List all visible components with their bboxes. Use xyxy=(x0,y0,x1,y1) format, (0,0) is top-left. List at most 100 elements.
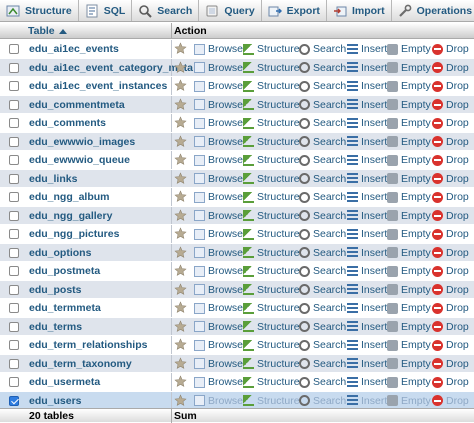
table-row[interactable]: edu_ai1ec_event_category_meta Browse Struc… xyxy=(0,58,474,77)
insert-button[interactable]: Insert xyxy=(347,284,387,296)
structure-button[interactable]: Structure xyxy=(243,136,300,148)
empty-button[interactable]: Empty xyxy=(387,339,431,351)
empty-button[interactable]: Empty xyxy=(387,62,431,74)
favorite-star-icon[interactable] xyxy=(174,338,187,351)
drop-button[interactable]: Drop xyxy=(432,339,469,351)
favorite-star-icon[interactable] xyxy=(174,79,187,92)
browse-button[interactable]: Browse xyxy=(194,358,243,370)
search-button[interactable]: Search xyxy=(299,339,346,351)
empty-button[interactable]: Empty xyxy=(387,228,431,240)
column-header-table[interactable]: Table xyxy=(28,25,67,37)
drop-button[interactable]: Drop xyxy=(432,154,469,166)
structure-button[interactable]: Structure xyxy=(243,247,300,259)
favorite-star-icon[interactable] xyxy=(174,393,187,407)
favorite-star-icon[interactable] xyxy=(174,245,187,259)
empty-button[interactable]: Empty xyxy=(387,321,431,333)
table-name-link[interactable]: edu_ewwwio_images xyxy=(29,136,135,148)
table-name-link[interactable]: edu_term_taxonomy xyxy=(29,358,132,370)
row-checkbox[interactable] xyxy=(9,210,19,221)
table-row[interactable]: edu_ewwwio_queue Browse Structure Search Ins… xyxy=(0,151,474,170)
insert-button[interactable]: Insert xyxy=(347,136,387,148)
empty-button[interactable]: Empty xyxy=(387,302,431,314)
insert-button[interactable]: Insert xyxy=(347,339,387,351)
browse-button[interactable]: Browse xyxy=(194,210,243,222)
search-button[interactable]: Search xyxy=(299,228,346,240)
table-row[interactable]: edu_ngg_album Browse Structure Search Insert… xyxy=(0,188,474,207)
favorite-star-icon[interactable] xyxy=(174,153,187,166)
drop-button[interactable]: Drop xyxy=(432,191,469,203)
empty-button[interactable]: Empty xyxy=(387,173,431,185)
search-button[interactable]: Search xyxy=(299,99,346,111)
structure-button[interactable]: Structure xyxy=(243,154,300,166)
browse-button[interactable]: Browse xyxy=(194,99,243,111)
table-row[interactable]: edu_options Browse Structure Search Insert Em… xyxy=(0,243,474,262)
table-name-link[interactable]: edu_postmeta xyxy=(29,265,100,277)
row-checkbox[interactable] xyxy=(9,358,19,369)
drop-button[interactable]: Drop xyxy=(432,43,469,55)
browse-button[interactable]: Browse xyxy=(194,62,243,74)
table-row[interactable]: edu_ngg_pictures Browse Structure Search Ins… xyxy=(0,225,474,244)
favorite-star-icon[interactable] xyxy=(174,375,187,388)
drop-button[interactable]: Drop xyxy=(432,302,469,314)
empty-button[interactable]: Empty xyxy=(387,191,431,203)
row-checkbox[interactable] xyxy=(9,173,19,184)
table-row[interactable]: edu_postmeta Browse Structure Search Insert E… xyxy=(0,262,474,281)
browse-button[interactable]: Browse xyxy=(194,80,243,92)
table-row[interactable]: edu_commentmeta Browse Structure Search Inse… xyxy=(0,95,474,114)
structure-button[interactable]: Structure xyxy=(243,321,300,333)
row-checkbox[interactable] xyxy=(9,192,19,202)
table-row[interactable]: edu_term_relationships Browse Structure Sea… xyxy=(0,336,474,355)
search-button[interactable]: Search xyxy=(299,154,346,166)
structure-button[interactable]: Structure xyxy=(243,265,300,277)
structure-button[interactable]: Structure xyxy=(243,173,300,185)
browse-button[interactable]: Browse xyxy=(194,117,243,129)
insert-button[interactable]: Insert xyxy=(347,376,387,388)
table-name-link[interactable]: edu_ai1ec_event_instances xyxy=(29,80,167,92)
favorite-star-icon[interactable] xyxy=(174,60,187,74)
row-checkbox[interactable] xyxy=(9,284,19,295)
structure-button[interactable]: Structure xyxy=(243,99,300,111)
search-button[interactable]: Search xyxy=(299,321,346,333)
favorite-star-icon[interactable] xyxy=(174,319,187,333)
tab-export[interactable]: Export xyxy=(262,0,327,21)
row-checkbox[interactable] xyxy=(9,118,19,128)
insert-button[interactable]: Insert xyxy=(347,80,387,92)
drop-button[interactable]: Drop xyxy=(432,247,469,259)
row-checkbox[interactable] xyxy=(9,62,19,73)
insert-button[interactable]: Insert xyxy=(347,62,387,74)
search-button[interactable]: Search xyxy=(299,247,346,259)
browse-button[interactable]: Browse xyxy=(194,376,243,388)
table-row[interactable]: edu_usermeta Browse Structure Search Insert E… xyxy=(0,373,474,392)
search-button[interactable]: Search xyxy=(299,136,346,148)
empty-button[interactable]: Empty xyxy=(387,284,431,296)
insert-button[interactable]: Insert xyxy=(347,321,387,333)
insert-button[interactable]: Insert xyxy=(347,210,387,222)
empty-button[interactable]: Empty xyxy=(387,80,431,92)
favorite-star-icon[interactable] xyxy=(174,208,187,222)
empty-button[interactable]: Empty xyxy=(387,210,431,222)
search-button[interactable]: Search xyxy=(299,80,346,92)
favorite-star-icon[interactable] xyxy=(174,190,187,203)
drop-button[interactable]: Drop xyxy=(432,358,469,370)
insert-button[interactable]: Insert xyxy=(347,173,387,185)
table-name-link[interactable]: edu_posts xyxy=(29,284,82,296)
browse-button[interactable]: Browse xyxy=(194,136,243,148)
row-checkbox[interactable] xyxy=(9,136,19,147)
browse-button[interactable]: Browse xyxy=(194,247,243,259)
table-name-link[interactable]: edu_commentmeta xyxy=(29,99,125,111)
search-button[interactable]: Search xyxy=(299,376,346,388)
drop-button[interactable]: Drop xyxy=(432,117,469,129)
table-row[interactable]: edu_term_taxonomy Browse Structure Search In… xyxy=(0,354,474,373)
drop-button[interactable]: Drop xyxy=(432,395,469,407)
row-checkbox[interactable] xyxy=(9,340,19,350)
table-name-link[interactable]: edu_term_relationships xyxy=(29,339,147,351)
browse-button[interactable]: Browse xyxy=(194,265,243,277)
search-button[interactable]: Search xyxy=(299,284,346,296)
favorite-star-icon[interactable] xyxy=(174,356,187,370)
drop-button[interactable]: Drop xyxy=(432,284,469,296)
table-name-link[interactable]: edu_ngg_album xyxy=(29,191,110,203)
browse-button[interactable]: Browse xyxy=(194,395,243,407)
table-name-link[interactable]: edu_terms xyxy=(29,321,82,333)
insert-button[interactable]: Insert xyxy=(347,265,387,277)
favorite-star-icon[interactable] xyxy=(174,134,187,148)
